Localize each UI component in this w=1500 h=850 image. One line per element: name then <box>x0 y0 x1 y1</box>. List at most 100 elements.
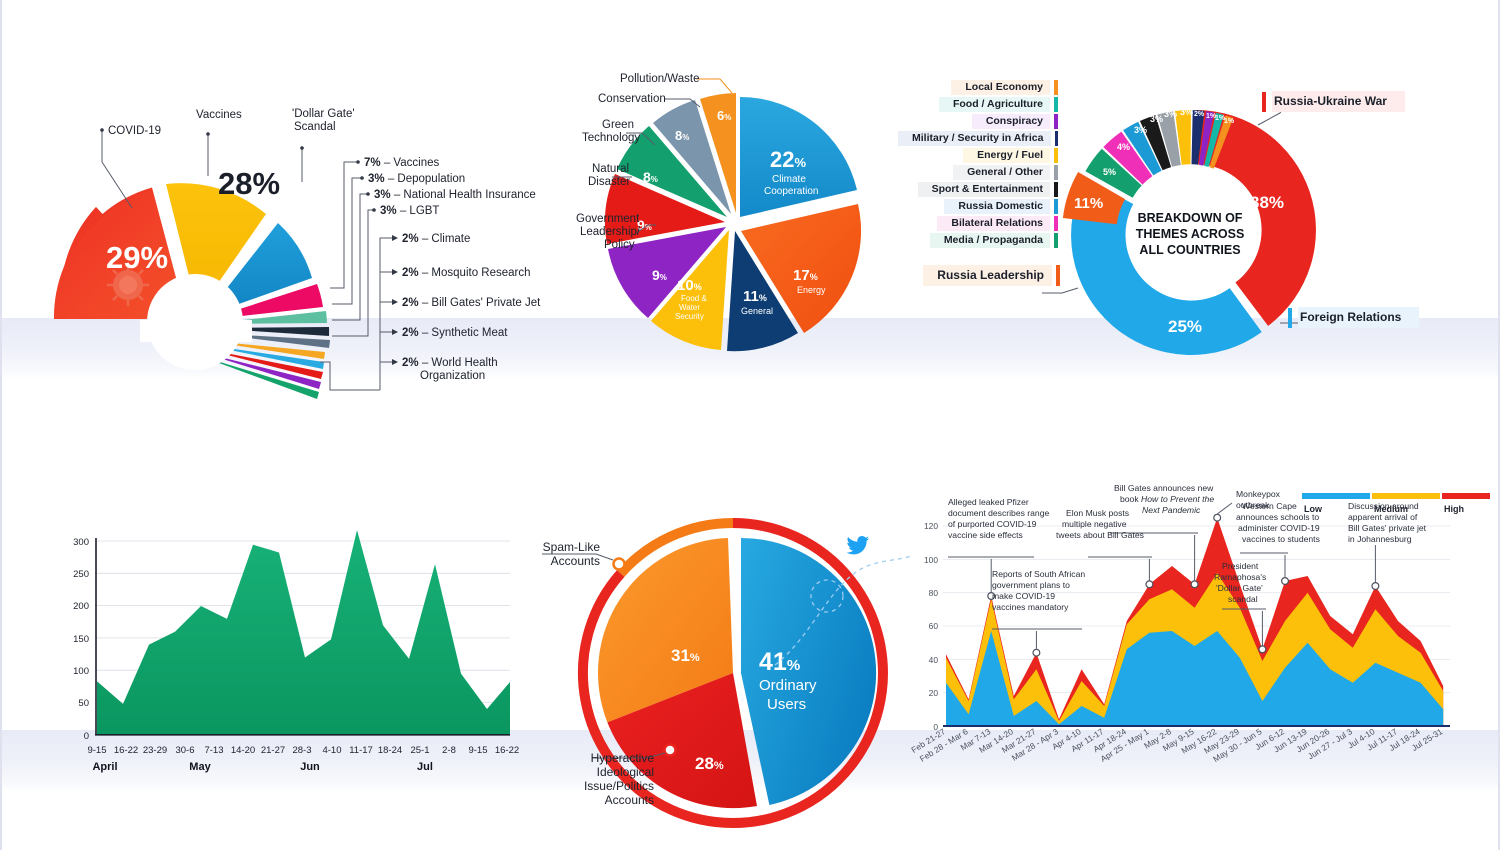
outer-label: Foreign Relations <box>1298 307 1420 328</box>
callout-label-who: World Health <box>431 357 497 369</box>
pie2-pct-conservation: 8 <box>675 128 682 143</box>
chart-themes-pie: 22% Climate Cooperation 17% Energy 11% G… <box>560 55 920 355</box>
svg-text:2-8: 2-8 <box>442 745 456 756</box>
callout-label-meat: Synthetic Meat <box>431 327 508 339</box>
donut-pct-russia-ukraine: 38% <box>1250 193 1284 212</box>
pie2-pct-climate: 22 <box>770 147 794 172</box>
legend-swatch-high-icon <box>1442 493 1490 499</box>
annotation-pfizer-2: document describes range <box>948 508 1049 518</box>
pie2-pct-gov: 9 <box>652 267 660 283</box>
callout-pct-mosquito: 2% <box>402 267 419 279</box>
annotation-westerncape-3: administer COVID-19 <box>1238 523 1320 533</box>
legend-label: Russia Domestic <box>944 199 1050 214</box>
legend-item-military-security-africa[interactable]: Military / Security in Africa <box>898 131 1058 146</box>
pie2-pct-greentech: 8 <box>643 169 651 185</box>
callout-pct-climate: 2% <box>402 233 419 245</box>
donut-title-1: BREAKDOWN OF <box>1138 211 1243 225</box>
svg-text:7-13: 7-13 <box>204 745 223 756</box>
callout-gov-1: Government <box>576 213 640 225</box>
svg-text:150: 150 <box>73 634 89 645</box>
svg-text:28-3: 28-3 <box>292 745 311 756</box>
callout-label-nhi: National Health Insurance <box>403 189 535 201</box>
pie2-name-energy: Energy <box>797 285 826 295</box>
callout-conservation: Conservation <box>598 93 666 105</box>
svg-text:Jul: Jul <box>417 761 433 773</box>
annotation-westerncape-2: announces schools to <box>1236 512 1319 522</box>
marker-hyperactive <box>663 743 677 757</box>
outer-swatch-icon <box>1288 307 1292 328</box>
callout-pollution: Pollution/Waste <box>620 73 699 85</box>
annotation-ramaphosa-2: Ramaphosa's <box>1214 572 1266 582</box>
svg-text:2% – Climate: 2% – Climate <box>402 233 470 245</box>
svg-text:16-22: 16-22 <box>114 745 138 756</box>
chart-weekly-volume-area: 300 250 200 150 100 50 0 9-15 16-22 23-2… <box>55 520 535 773</box>
callout-hyper-3: Issue/Politics <box>584 779 654 793</box>
annotation-jet-2: apparent arrival of <box>1348 512 1418 522</box>
donut-legend: Local Economy Food / Agriculture Conspir… <box>898 80 1058 250</box>
annotation-musk-1: Elon Musk posts <box>1066 508 1129 518</box>
donut-outer-label-foreign-relations[interactable]: Foreign Relations <box>1288 307 1420 328</box>
callout-gov-3: Policy <box>604 239 635 251</box>
pie5-pct-ordinary: 41 <box>759 648 787 676</box>
svg-text:80: 80 <box>929 588 939 598</box>
legend-item-general-other[interactable]: General / Other <box>898 165 1058 180</box>
svg-text:9-15: 9-15 <box>468 745 487 756</box>
legend-item-sport-entertainment[interactable]: Sport & Entertainment <box>898 182 1058 197</box>
annotation-jet-4: in Johannesburg <box>1348 534 1412 544</box>
callout-pct-nhi: 3% <box>374 189 391 201</box>
callout-disaster-2: Disaster <box>588 176 630 188</box>
donut-pct-bilateral: 4% <box>1117 142 1130 152</box>
chart-twitter-accounts-pie: 41% Ordinary Users 31% 28% Spam-Like Acc… <box>520 490 914 828</box>
svg-text:2% – Mosquito Research: 2% – Mosquito Research <box>402 267 531 279</box>
twitter-bird-icon <box>846 536 870 555</box>
callout-pct-7-vaccines: 7% <box>364 157 381 169</box>
annotation-monkeypox-1: Monkeypox <box>1236 489 1281 499</box>
callout-label-depopulation: Depopulation <box>397 173 465 185</box>
legend-swatch-low-icon <box>1302 493 1370 499</box>
legend-item-russia-domestic[interactable]: Russia Domestic <box>898 199 1058 214</box>
svg-text:4-10: 4-10 <box>322 745 341 756</box>
callout-hyper-4: Accounts <box>605 793 654 807</box>
legend-item-energy-fuel[interactable]: Energy / Fuel <box>898 148 1058 163</box>
legend-item-media-propaganda[interactable]: Media / Propaganda <box>898 233 1058 248</box>
legend-label-high: High <box>1444 504 1464 514</box>
callout-spam-1: Spam-Like <box>543 540 601 554</box>
slice-pct-dollargate: 17% <box>296 194 332 214</box>
outer-label: Russia-Ukraine War <box>1272 91 1405 112</box>
legend-label: General / Other <box>953 165 1050 180</box>
svg-text:21-27: 21-27 <box>261 745 285 756</box>
svg-text:2% – Synthetic Meat: 2% – Synthetic Meat <box>402 327 508 339</box>
pie2-name-climate-2: Cooperation <box>764 186 818 197</box>
callout-label-mosquito: Mosquito Research <box>431 267 530 279</box>
legend-label: Sport & Entertainment <box>917 182 1050 197</box>
svg-text:9-15: 9-15 <box>87 745 106 756</box>
svg-text:May: May <box>189 761 211 773</box>
callout-pct-lgbt: 3% <box>380 205 397 217</box>
outer-swatch-icon <box>1262 91 1266 112</box>
callout-pct-who: 2% <box>402 357 419 369</box>
svg-text:30-6: 30-6 <box>175 745 194 756</box>
svg-text:2% – Bill Gates' Private Jet: 2% – Bill Gates' Private Jet <box>402 297 541 309</box>
svg-text:0: 0 <box>84 731 89 742</box>
svg-text:50: 50 <box>78 698 89 709</box>
donut-outer-label-russia-leadership[interactable]: Russia Leadership <box>890 265 1060 286</box>
marker-spam <box>612 557 626 571</box>
legend-item-bilateral-relations[interactable]: Bilateral Relations <box>898 216 1058 231</box>
callout-dollargate-1: 'Dollar Gate' <box>292 108 355 120</box>
callout-pct-meat: 2% <box>402 327 419 339</box>
callout-hyper-1: Hyperactive <box>591 751 655 765</box>
pie2-pct-general: 11 <box>743 288 759 305</box>
pie5-name-ordinary-1: Ordinary <box>759 677 817 694</box>
legend-item-food-agriculture[interactable]: Food / Agriculture <box>898 97 1058 112</box>
svg-text:3% – LGBT: 3% – LGBT <box>380 205 439 217</box>
chart-covid-conspiracy-halfdonut: 29% 28% 17% COVID-19 Vaccines 'Dollar Ga… <box>40 90 600 399</box>
donut-outer-label-russia-ukraine-war[interactable]: Russia-Ukraine War <box>1262 91 1405 112</box>
annotation-sa-3: make COVID-19 <box>992 591 1055 601</box>
svg-text:3% – Depopulation: 3% – Depopulation <box>368 173 465 185</box>
legend-label: Military / Security in Africa <box>898 131 1051 146</box>
callout-greentech-2: Technology <box>582 132 640 144</box>
legend-item-conspiracy[interactable]: Conspiracy <box>898 114 1058 129</box>
callout-greentech-1: Green <box>602 119 634 131</box>
svg-text:40: 40 <box>929 655 939 665</box>
legend-item-local-economy[interactable]: Local Economy <box>898 80 1058 95</box>
